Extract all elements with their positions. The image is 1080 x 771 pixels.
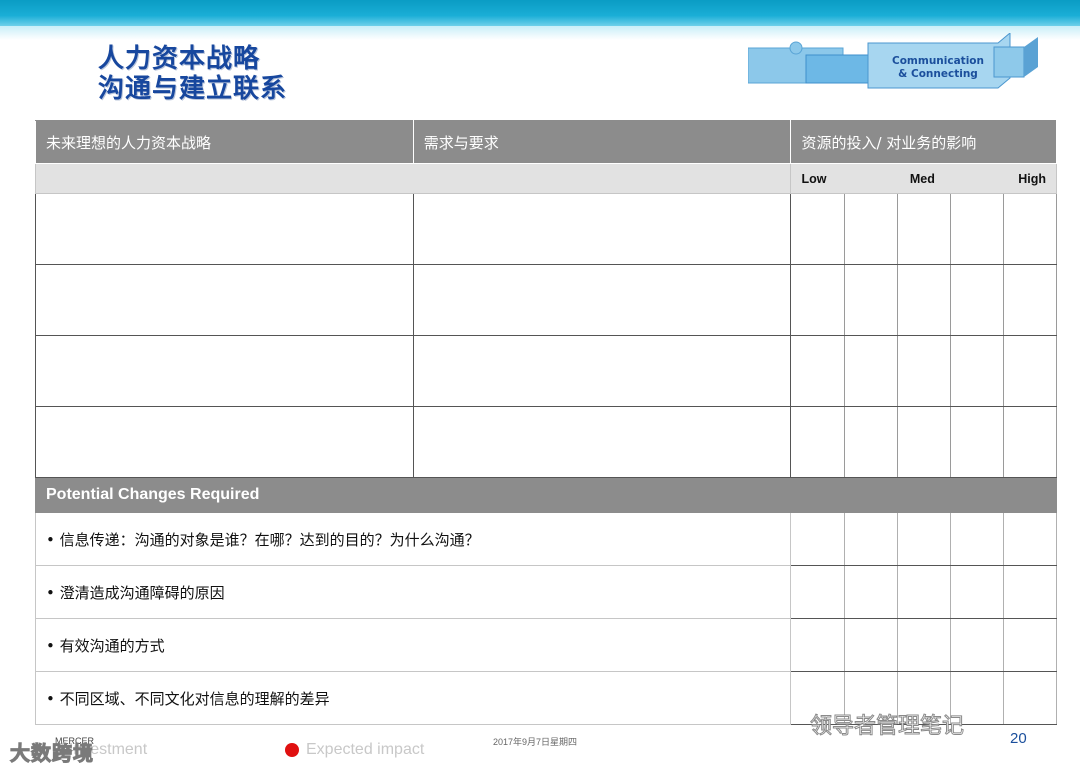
legend-impact: Expected impact (306, 741, 425, 758)
cell-strategy[interactable] (35, 193, 414, 265)
table-row (35, 335, 1058, 407)
page-title: 人力资本战略 沟通与建立联系 (98, 44, 287, 104)
impact-cell[interactable] (1002, 671, 1058, 725)
impact-cell[interactable] (843, 618, 898, 672)
section-header-row: Potential Changes Required (35, 477, 1057, 513)
impact-dot-icon (285, 743, 299, 757)
impact-cell[interactable] (790, 335, 845, 407)
cell-strategy[interactable] (35, 264, 414, 336)
impact-cell[interactable] (896, 406, 951, 478)
impact-cell[interactable] (843, 512, 898, 566)
impact-cell[interactable] (1002, 512, 1058, 566)
page-number: 20 (1010, 730, 1027, 747)
title-line-2: 沟通与建立联系 (98, 74, 288, 104)
change-row: • 澄清造成沟通障碍的原因 (34, 565, 1058, 619)
change-row: • 信息传递：沟通的对象是谁？在哪？达到的目的？为什么沟通？ (34, 512, 1058, 566)
scale-row-blank (34, 163, 792, 194)
impact-cell[interactable] (843, 406, 898, 478)
impact-cell[interactable] (790, 618, 845, 672)
change-item: • 澄清造成沟通障碍的原因 (34, 565, 792, 619)
cell-requirement[interactable] (412, 193, 792, 265)
footer-date: 2017年9月7日星期四 (493, 737, 578, 747)
impact-cell[interactable] (790, 264, 845, 336)
impact-cell[interactable] (949, 565, 1004, 619)
scale-high: High (1018, 171, 1046, 186)
impact-cell[interactable] (1002, 618, 1058, 672)
impact-cell[interactable] (949, 264, 1004, 336)
watermark-right: 领导者管理笔记 (809, 714, 965, 740)
impact-cell[interactable] (949, 335, 1004, 407)
cell-strategy[interactable] (35, 406, 414, 478)
scale-row: Low Med High (34, 163, 1057, 194)
scale-labels: Low Med High (790, 163, 1057, 194)
impact-cell[interactable] (896, 512, 951, 566)
cell-requirement[interactable] (412, 406, 792, 478)
impact-cell[interactable] (1002, 565, 1058, 619)
table-row (35, 406, 1058, 478)
impact-cell[interactable] (896, 264, 951, 336)
impact-cell[interactable] (949, 618, 1004, 672)
table-header-row: 未来理想的人力资本战略 需求与要求 资源的投入/ 对业务的影响 (35, 120, 1057, 164)
impact-cell[interactable] (949, 512, 1004, 566)
impact-cell[interactable] (896, 565, 951, 619)
strategy-table: 未来理想的人力资本战略 需求与要求 资源的投入/ 对业务的影响 Low Med … (34, 120, 1058, 725)
watermark-left: 大数跨境 (10, 741, 94, 766)
table-row (35, 264, 1058, 336)
impact-cell[interactable] (896, 618, 951, 672)
change-item: • 信息传递：沟通的对象是谁？在哪？达到的目的？为什么沟通？ (34, 512, 792, 566)
cell-strategy[interactable] (35, 335, 414, 407)
logo-label: Communication & Connecting (892, 55, 984, 80)
scale-med: Med (909, 171, 935, 186)
top-banner (0, 0, 1080, 40)
change-row: • 有效沟通的方式 (34, 618, 1058, 672)
impact-cell[interactable] (896, 335, 951, 407)
impact-cell[interactable] (843, 565, 898, 619)
impact-cell[interactable] (1002, 264, 1058, 336)
impact-cell[interactable] (949, 193, 1004, 265)
impact-cell[interactable] (843, 335, 898, 407)
impact-cell[interactable] (1002, 335, 1058, 407)
impact-cell[interactable] (1002, 406, 1058, 478)
impact-cell[interactable] (790, 512, 845, 566)
change-item: • 有效沟通的方式 (34, 618, 792, 672)
header-impact: 资源的投入/ 对业务的影响 (790, 120, 1057, 164)
impact-cell[interactable] (790, 565, 845, 619)
impact-cell[interactable] (1002, 193, 1058, 265)
impact-cell[interactable] (843, 193, 898, 265)
title-line-1: 人力资本战略 (98, 44, 261, 74)
cell-requirement[interactable] (412, 335, 792, 407)
cell-requirement[interactable] (412, 264, 792, 336)
impact-cell[interactable] (790, 406, 845, 478)
section-title: Potential Changes Required (35, 477, 1057, 513)
impact-cell[interactable] (896, 193, 951, 265)
scale-low: Low (801, 171, 827, 186)
header-requirements: 需求与要求 (412, 120, 792, 164)
impact-cell[interactable] (790, 193, 845, 265)
impact-cell[interactable] (949, 406, 1004, 478)
impact-cell[interactable] (843, 264, 898, 336)
table-row (35, 193, 1058, 265)
change-item: • 不同区域、不同文化对信息的理解的差异 (34, 671, 792, 725)
header-strategy: 未来理想的人力资本战略 (35, 120, 414, 164)
